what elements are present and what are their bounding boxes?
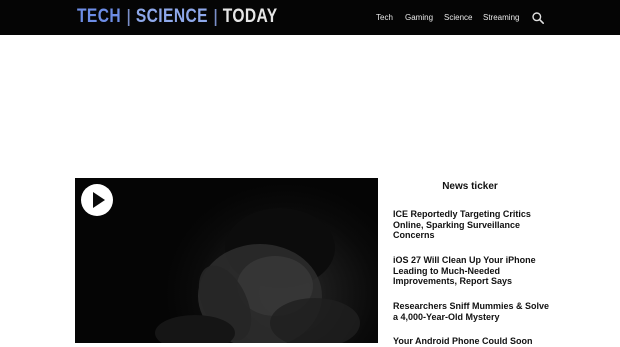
logo-word-science: SCIENCE xyxy=(135,6,208,27)
ticker-item[interactable]: Your Android Phone Could Soon xyxy=(393,336,553,347)
logo-separator xyxy=(127,8,130,26)
video-player[interactable] xyxy=(75,178,378,343)
nav-item-streaming[interactable]: Streaming xyxy=(483,13,519,22)
ticker-title: News ticker xyxy=(442,181,498,192)
logo-word-tech: TECH xyxy=(77,6,122,27)
nav-item-gaming[interactable]: Gaming xyxy=(405,13,433,22)
news-ticker: News ticker ICE Reportedly Targeting Cri… xyxy=(390,178,553,346)
video-thumbnail xyxy=(155,208,360,343)
site-header: TECH SCIENCE TODAY Tech Gaming Science S… xyxy=(0,0,620,35)
ticker-item[interactable]: iOS 27 Will Clean Up Your iPhone Leading… xyxy=(393,255,553,287)
nav-item-tech[interactable]: Tech xyxy=(376,13,393,22)
nav-item-science[interactable]: Science xyxy=(444,13,472,22)
ticker-item[interactable]: ICE Reportedly Targeting Critics Online,… xyxy=(393,209,553,241)
logo-word-today: TODAY xyxy=(222,6,278,27)
ticker-item[interactable]: Researchers Sniff Mummies & Solve a 4,00… xyxy=(393,301,553,322)
logo-separator xyxy=(214,8,217,26)
ad-space xyxy=(0,35,620,178)
site-logo[interactable]: TECH SCIENCE TODAY xyxy=(77,6,278,28)
play-icon[interactable] xyxy=(81,184,113,216)
search-icon[interactable] xyxy=(532,11,544,24)
